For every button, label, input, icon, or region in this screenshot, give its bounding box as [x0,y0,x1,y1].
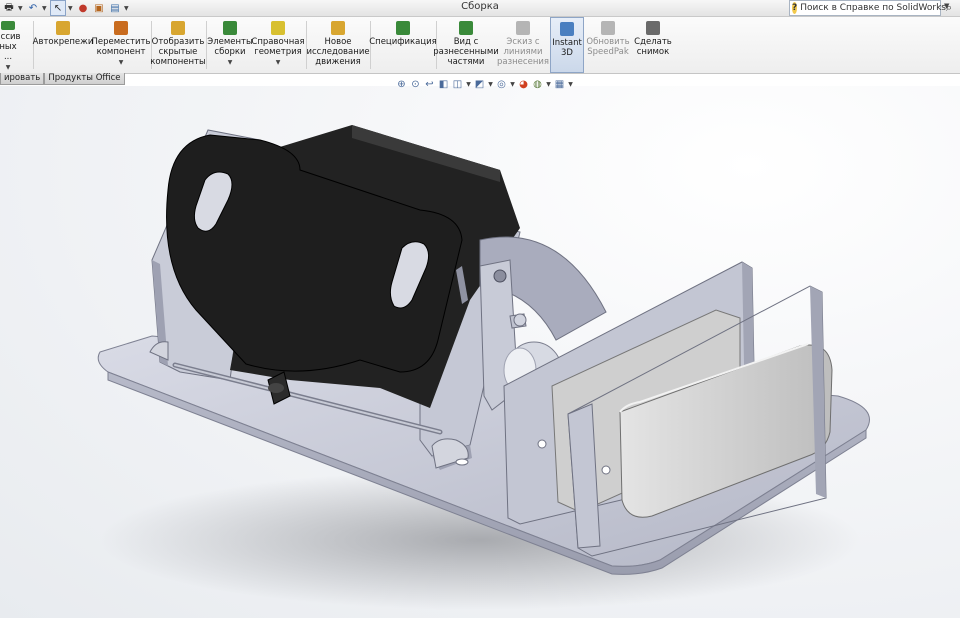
instant3d-icon [560,22,574,36]
motion-study-icon [331,21,345,35]
exploded-view-button[interactable]: Вид с разнесенными частями [433,17,499,73]
chevron-down-icon[interactable]: ▼ [944,2,949,10]
command-manager-ribbon: ассив ных ... ▼ Автокрепежи Переместить … [0,17,960,74]
move-component-button[interactable]: Переместить компонент ▼ [92,17,151,73]
explode-line-sketch-icon [516,21,530,35]
graphics-viewport[interactable] [0,86,960,618]
reference-geometry-icon [271,21,285,35]
bom-button[interactable]: Спецификация [369,17,437,73]
chevron-down-icon[interactable]: ▼ [546,79,551,90]
fastener-icon [56,21,70,35]
tab-evaluate[interactable]: ировать [0,73,45,85]
apply-scene-icon[interactable]: ◍ [532,79,543,90]
zoom-area-icon[interactable]: ⊙ [410,79,421,90]
heads-up-view-toolbar: ⊕ ⊙ ↩ ◧ ◫ ▼ ◩ ▼ ◎ ▼ ◕ ◍ ▼ ▦ ▼ [396,76,573,92]
show-hidden-components-button[interactable]: Отобразить скрытые компоненты [150,17,206,73]
chevron-down-icon[interactable]: ▼ [6,63,11,73]
move-component-icon [114,21,128,35]
command-manager-tabs: ировать Продукты Office [0,73,125,85]
view-orientation-icon[interactable]: ◫ [452,79,463,90]
section-view-icon[interactable]: ◧ [438,79,449,90]
help-icon: ? [792,2,798,14]
speedpak-icon [601,21,615,35]
help-search-placeholder: Поиск в Справке по SolidWorks [800,3,946,13]
chevron-down-icon[interactable]: ▼ [510,79,515,90]
edit-appearance-icon[interactable]: ◕ [518,79,529,90]
hide-show-items-icon[interactable]: ◎ [496,79,507,90]
take-snapshot-button[interactable]: Сделать снимок [632,17,674,73]
chevron-down-icon[interactable]: ▼ [568,79,573,90]
instant3d-button[interactable]: Instant 3D [550,17,584,73]
help-search-input[interactable]: ? Поиск в Справке по SolidWorks ⌕ [789,0,952,16]
exploded-view-icon [459,21,473,35]
chevron-down-icon[interactable]: ▼ [488,79,493,90]
title-bar: 🖶 ▼ ↶ ▼ ↖ ▼ ● ▣ ▤ ▼ Сборка ? Поиск в Спр… [0,0,960,17]
pattern-button[interactable]: ассив ных ... ▼ [0,17,22,73]
chevron-down-icon[interactable]: ▼ [276,58,281,68]
snapshot-icon [646,21,660,35]
chevron-down-icon[interactable]: ▼ [466,79,471,90]
display-style-icon[interactable]: ◩ [474,79,485,90]
tab-office-products[interactable]: Продукты Office [44,73,125,85]
view-settings-icon[interactable]: ▦ [554,79,565,90]
previous-view-icon[interactable]: ↩ [424,79,435,90]
show-hidden-icon [171,21,185,35]
chevron-down-icon[interactable]: ▼ [119,58,124,68]
assembly-features-icon [223,21,237,35]
assembly-model[interactable] [0,86,960,618]
reference-geometry-button[interactable]: Справочная геометрия ▼ [251,17,305,73]
update-speedpak-button[interactable]: Обновить SpeedPak [586,17,630,73]
autofasteners-button[interactable]: Автокрепежи [33,17,93,73]
new-motion-study-button[interactable]: Новое исследование движения [306,17,370,73]
assembly-features-button[interactable]: Элементы сборки ▼ [207,17,253,73]
explode-line-sketch-button[interactable]: Эскиз с линиями разнесения [497,17,549,73]
bom-icon [396,21,410,35]
zoom-to-fit-icon[interactable]: ⊕ [396,79,407,90]
pattern-icon [1,21,15,30]
chevron-down-icon[interactable]: ▼ [228,58,233,68]
